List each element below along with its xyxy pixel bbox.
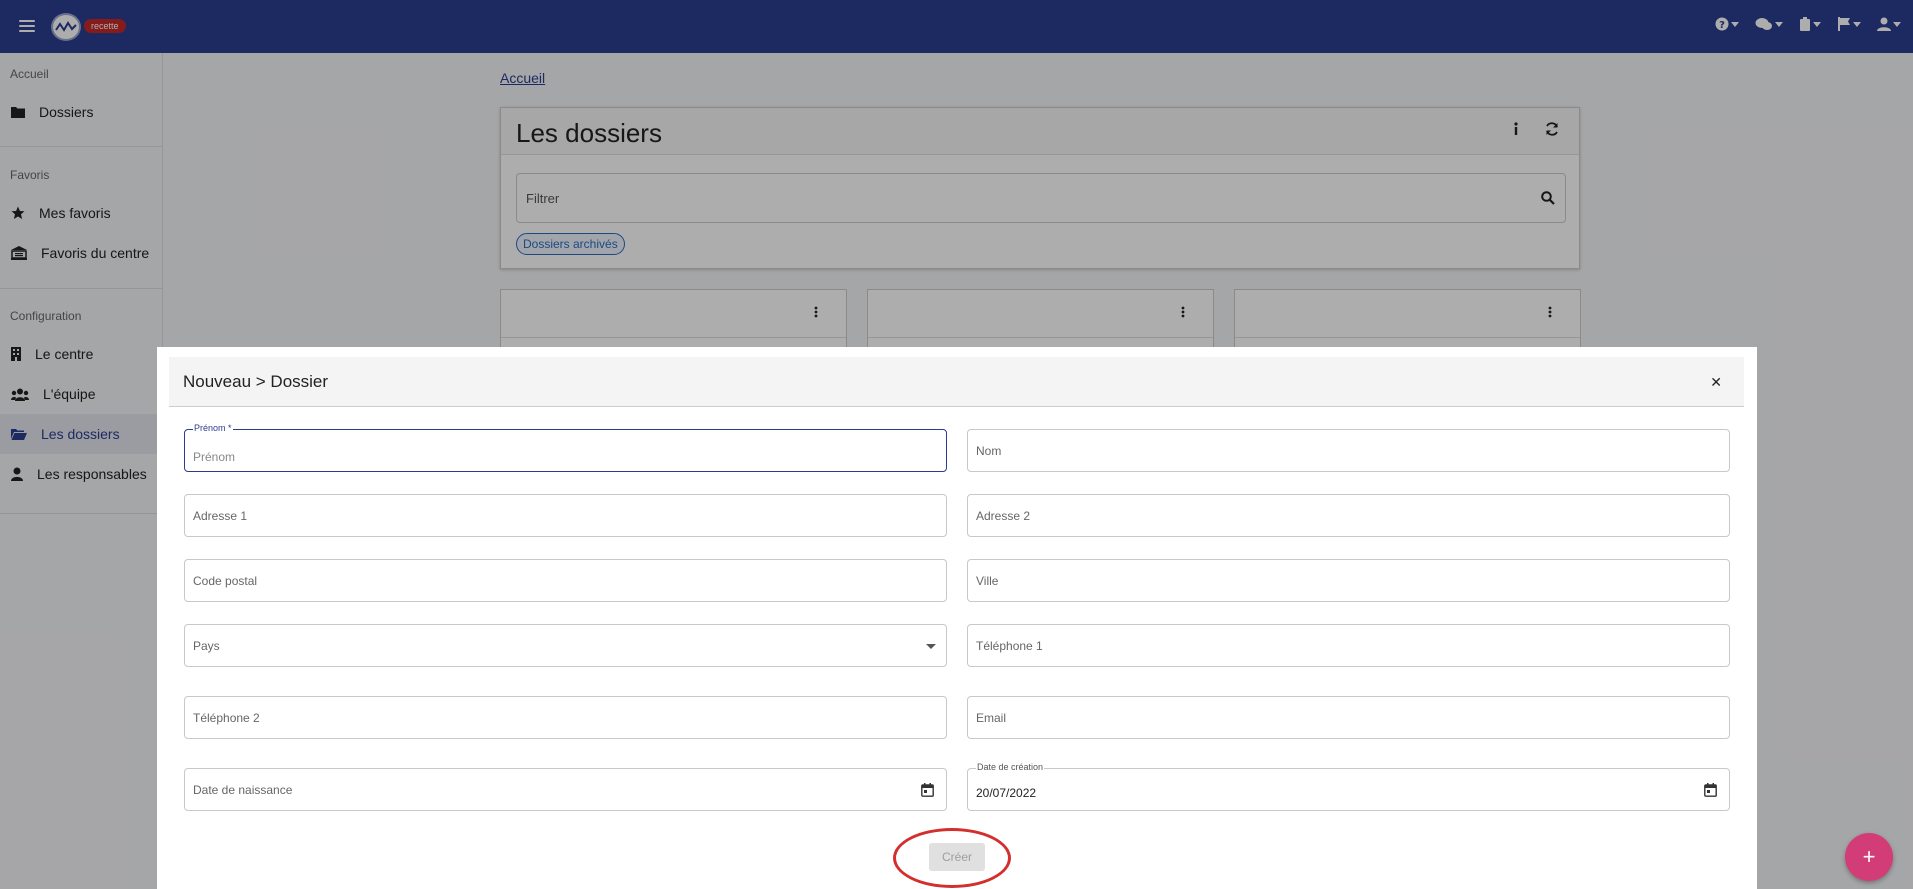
code-postal-placeholder: Code postal bbox=[193, 574, 258, 588]
telephone2-placeholder: Téléphone 2 bbox=[193, 711, 260, 725]
code-postal-field[interactable]: Code postal bbox=[184, 559, 947, 602]
email-field[interactable]: Email bbox=[967, 696, 1730, 739]
plus-icon: + bbox=[1862, 844, 1876, 869]
email-placeholder: Email bbox=[976, 711, 1007, 725]
date-creation-label: Date de création bbox=[976, 762, 1045, 772]
nom-placeholder: Nom bbox=[976, 444, 1002, 458]
telephone2-field[interactable]: Téléphone 2 bbox=[184, 696, 947, 739]
calendar-icon[interactable] bbox=[1704, 783, 1717, 797]
prenom-placeholder: Prénom bbox=[193, 450, 236, 464]
add-fab-button[interactable]: + bbox=[1845, 833, 1893, 881]
create-button[interactable]: Créer bbox=[929, 843, 985, 871]
close-icon[interactable]: ✕ bbox=[1710, 374, 1722, 391]
calendar-icon[interactable] bbox=[921, 783, 934, 797]
pays-select[interactable]: Pays bbox=[184, 624, 947, 667]
date-naissance-placeholder: Date de naissance bbox=[193, 783, 293, 797]
date-creation-field[interactable]: Date de création 20/07/2022 bbox=[967, 762, 1730, 811]
ville-field[interactable]: Ville bbox=[967, 559, 1730, 602]
pays-placeholder: Pays bbox=[193, 639, 220, 653]
telephone1-field[interactable]: Téléphone 1 bbox=[967, 624, 1730, 667]
adresse2-field[interactable]: Adresse 2 bbox=[967, 494, 1730, 537]
date-creation-value: 20/07/2022 bbox=[976, 786, 1037, 800]
dropdown-arrow-icon bbox=[926, 644, 936, 649]
dialog-title: Nouveau > Dossier bbox=[183, 372, 329, 391]
prenom-field[interactable]: Prénom * Prénom bbox=[184, 423, 947, 472]
prenom-label: Prénom * bbox=[193, 423, 233, 433]
ville-placeholder: Ville bbox=[976, 574, 999, 588]
nom-field[interactable]: Nom bbox=[967, 429, 1730, 472]
date-naissance-field[interactable]: Date de naissance bbox=[184, 768, 947, 811]
telephone1-placeholder: Téléphone 1 bbox=[976, 639, 1043, 653]
adresse1-placeholder: Adresse 1 bbox=[193, 509, 248, 523]
dialog-header: Nouveau > Dossier ✕ bbox=[169, 357, 1744, 407]
adresse1-field[interactable]: Adresse 1 bbox=[184, 494, 947, 537]
adresse2-placeholder: Adresse 2 bbox=[976, 509, 1031, 523]
